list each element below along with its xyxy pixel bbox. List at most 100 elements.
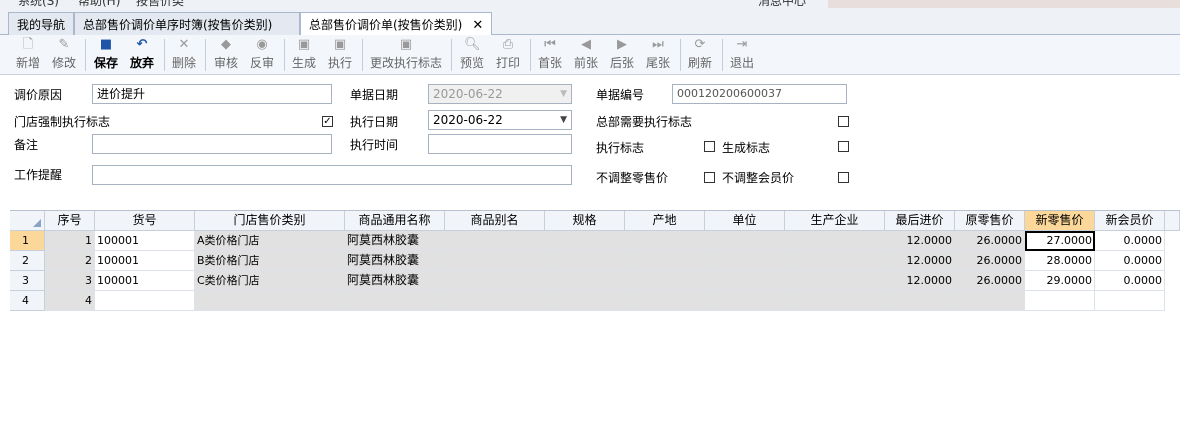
reminder-input[interactable]: [92, 165, 572, 185]
table-cell-last-cost[interactable]: [885, 291, 955, 311]
table-cell-alias[interactable]: [445, 251, 545, 271]
doc-date-field[interactable]: 2020-06-22 ▼: [428, 84, 572, 104]
table-cell-origin[interactable]: [625, 291, 705, 311]
unaudit-button[interactable]: ◉ 反审: [246, 37, 278, 73]
table-cell-new-retail[interactable]: 27.0000: [1025, 231, 1095, 251]
table-cell-price-class[interactable]: C类价格门店: [195, 271, 345, 291]
table-cell-manufacturer[interactable]: [785, 271, 885, 291]
col-header-price-class[interactable]: 门店售价类别: [195, 211, 345, 231]
table-cell-generic-name[interactable]: [345, 291, 445, 311]
hq-need-exec-checkbox[interactable]: [838, 116, 849, 127]
col-header-alias[interactable]: 商品别名: [445, 211, 545, 231]
save-button[interactable]: ■ 保存: [90, 37, 122, 73]
table-cell-new-retail[interactable]: [1025, 291, 1095, 311]
table-cell-last-cost[interactable]: 12.0000: [885, 231, 955, 251]
new-button[interactable]: 🗋 新增: [12, 37, 44, 73]
exit-button[interactable]: ⇥ 退出: [726, 37, 758, 73]
table-cell-generic-name[interactable]: 阿莫西林胶囊: [345, 251, 445, 271]
first-button[interactable]: ⏮ 首张: [534, 37, 566, 73]
table-cell-manufacturer[interactable]: [785, 251, 885, 271]
table-cell-seq[interactable]: 2: [45, 251, 95, 271]
table-cell-new-member[interactable]: 0.0000: [1095, 251, 1165, 271]
table-cell-generic-name[interactable]: 阿莫西林胶囊: [345, 231, 445, 251]
no-adjust-member-checkbox[interactable]: [838, 172, 849, 183]
table-cell-alias[interactable]: [445, 231, 545, 251]
preview-button[interactable]: 🔍︎ 预览: [456, 37, 488, 73]
col-header-old-retail[interactable]: 原零售价: [955, 211, 1025, 231]
table-cell-manufacturer[interactable]: [785, 231, 885, 251]
row-header[interactable]: 3: [10, 271, 45, 291]
col-header-code[interactable]: 货号: [95, 211, 195, 231]
table-cell-last-cost[interactable]: 12.0000: [885, 251, 955, 271]
table-cell-old-retail[interactable]: [955, 291, 1025, 311]
table-cell-old-retail[interactable]: 26.0000: [955, 231, 1025, 251]
audit-button[interactable]: ◆ 审核: [210, 37, 242, 73]
col-header-seq[interactable]: 序号: [45, 211, 95, 231]
store-force-exec-checkbox[interactable]: ✓: [322, 116, 333, 127]
col-header-spec[interactable]: 规格: [545, 211, 625, 231]
table-cell-new-member[interactable]: 0.0000: [1095, 271, 1165, 291]
table-cell-alias[interactable]: [445, 291, 545, 311]
menu-item-system[interactable]: 系统(S): [18, 0, 59, 8]
table-cell-seq[interactable]: 3: [45, 271, 95, 291]
table-cell-last-cost[interactable]: 12.0000: [885, 271, 955, 291]
print-button[interactable]: ⎙ 打印: [492, 37, 524, 73]
refresh-button[interactable]: ⟳ 刷新: [684, 37, 716, 73]
row-header[interactable]: 2: [10, 251, 45, 271]
table-cell-code[interactable]: 100001: [95, 251, 195, 271]
table-cell-unit[interactable]: [705, 251, 785, 271]
col-header-new-member[interactable]: 新会员价: [1095, 211, 1165, 231]
table-cell-code[interactable]: 100001: [95, 271, 195, 291]
generate-button[interactable]: ▣ 生成: [288, 37, 320, 73]
table-cell-code[interactable]: [95, 291, 195, 311]
table-cell-code[interactable]: 100001: [95, 231, 195, 251]
table-cell-price-class[interactable]: [195, 291, 345, 311]
exec-time-input[interactable]: [428, 134, 572, 154]
gen-flag-checkbox[interactable]: [838, 141, 849, 152]
table-cell-origin[interactable]: [625, 271, 705, 291]
table-cell-price-class[interactable]: B类价格门店: [195, 251, 345, 271]
doc-no-field[interactable]: 000120200600037: [672, 84, 847, 104]
reason-input[interactable]: 进价提升: [92, 84, 332, 104]
col-header-unit[interactable]: 单位: [705, 211, 785, 231]
tab-price-adjust-doc[interactable]: 总部售价调价单(按售价类别) ✕: [300, 12, 492, 36]
col-header-generic-name[interactable]: 商品通用名称: [345, 211, 445, 231]
table-cell-spec[interactable]: [545, 231, 625, 251]
col-header-last-cost[interactable]: 最后进价: [885, 211, 955, 231]
table-cell-old-retail[interactable]: 26.0000: [955, 251, 1025, 271]
prev-button[interactable]: ◀ 前张: [570, 37, 602, 73]
table-cell-price-class[interactable]: A类价格门店: [195, 231, 345, 251]
exec-flag-checkbox[interactable]: [704, 141, 715, 152]
table-cell-unit[interactable]: [705, 231, 785, 251]
exec-date-field[interactable]: 2020-06-22 ▼: [428, 110, 572, 130]
discard-button[interactable]: ↶ 放弃: [126, 37, 158, 73]
table-cell-manufacturer[interactable]: [785, 291, 885, 311]
delete-button[interactable]: ✕ 删除: [168, 37, 200, 73]
table-cell-alias[interactable]: [445, 271, 545, 291]
table-cell-new-member[interactable]: 0.0000: [1095, 231, 1165, 251]
table-cell-spec[interactable]: [545, 251, 625, 271]
remark-input[interactable]: [92, 134, 332, 154]
table-cell-new-member[interactable]: [1095, 291, 1165, 311]
close-icon[interactable]: ✕: [472, 18, 483, 33]
col-header-new-retail[interactable]: 新零售价: [1025, 211, 1095, 231]
table-cell-generic-name[interactable]: 阿莫西林胶囊: [345, 271, 445, 291]
table-cell-seq[interactable]: 4: [45, 291, 95, 311]
message-center[interactable]: 消息中心: [758, 0, 806, 8]
no-adjust-retail-checkbox[interactable]: [704, 172, 715, 183]
table-cell-old-retail[interactable]: 26.0000: [955, 271, 1025, 291]
table-cell-seq[interactable]: 1: [45, 231, 95, 251]
menu-item-help[interactable]: 帮助(H): [78, 0, 120, 8]
table-cell-spec[interactable]: [545, 291, 625, 311]
table-cell-origin[interactable]: [625, 251, 705, 271]
table-cell-unit[interactable]: [705, 271, 785, 291]
last-button[interactable]: ⏭ 尾张: [642, 37, 674, 73]
row-header[interactable]: 4: [10, 291, 45, 311]
tab-my-navigation[interactable]: 我的导航: [8, 12, 74, 35]
table-cell-new-retail[interactable]: 29.0000: [1025, 271, 1095, 291]
change-exec-flag-button[interactable]: ▣ 更改执行标志: [366, 37, 446, 73]
row-header[interactable]: 1: [10, 231, 45, 251]
table-cell-new-retail[interactable]: 28.0000: [1025, 251, 1095, 271]
table-cell-unit[interactable]: [705, 291, 785, 311]
next-button[interactable]: ▶ 后张: [606, 37, 638, 73]
